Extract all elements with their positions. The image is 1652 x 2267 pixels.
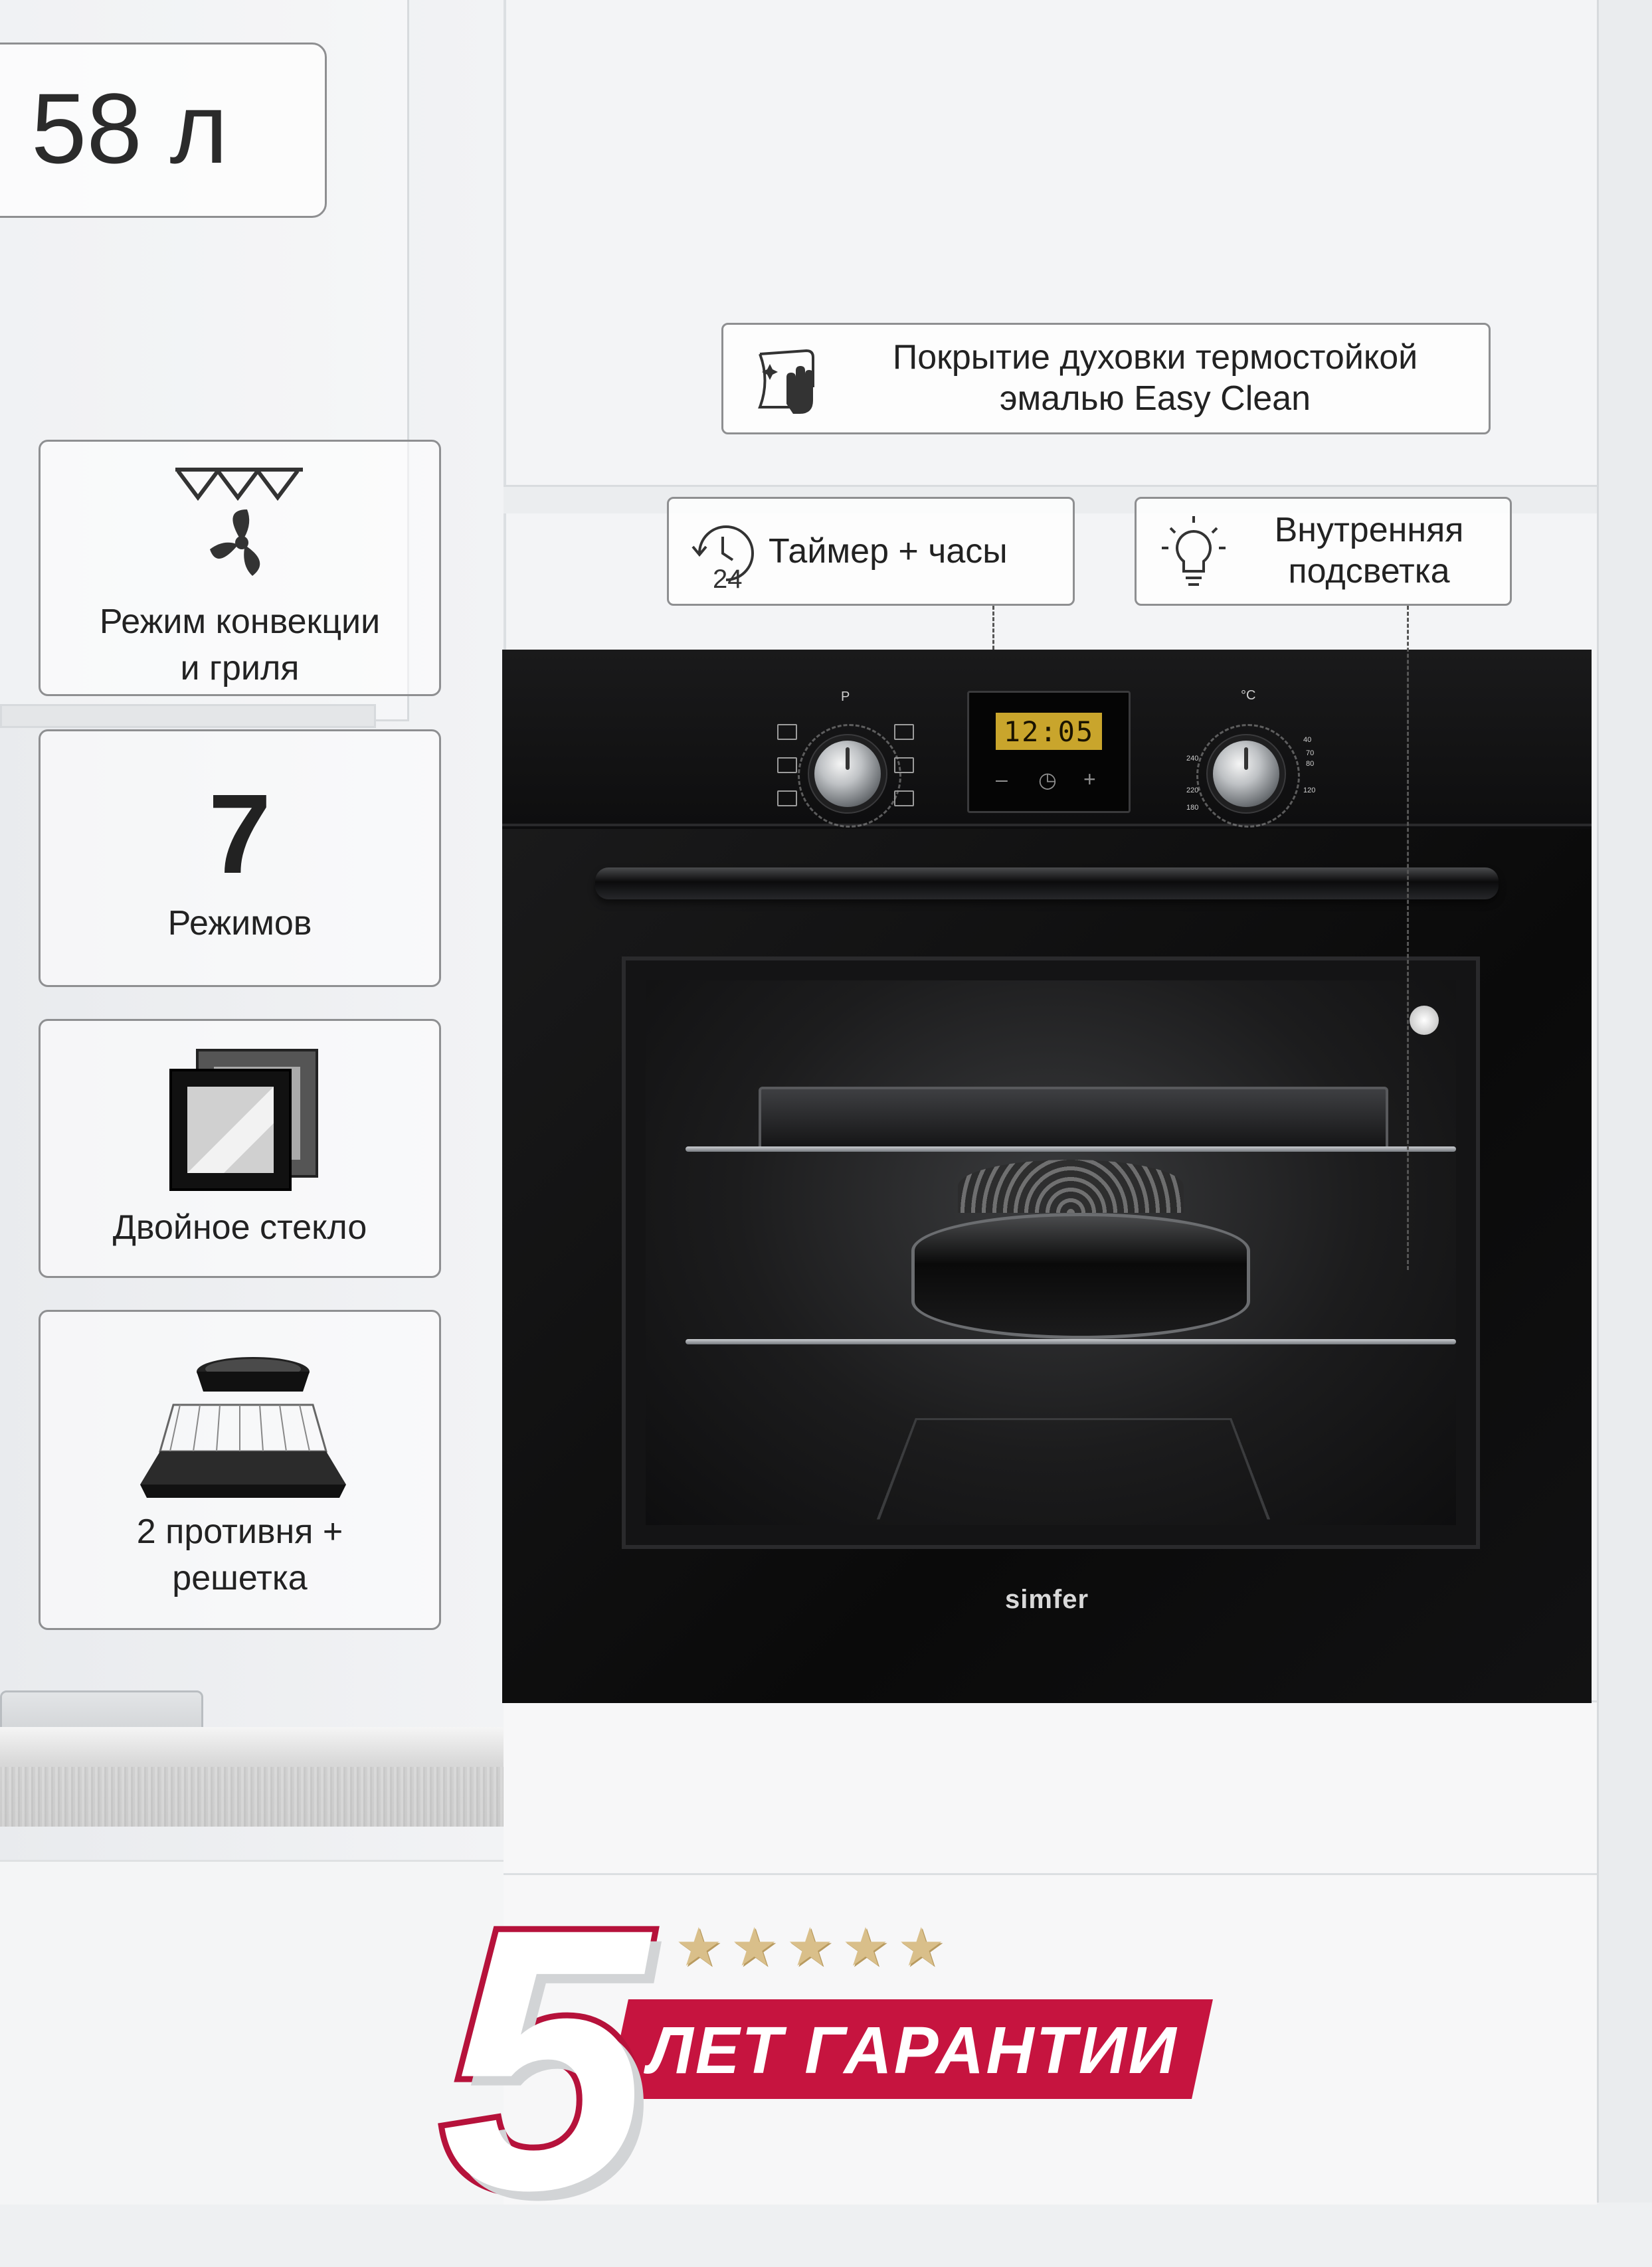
timer-display: 12:05 – ◷ + [967,691,1131,813]
cabinet-shelf [0,704,376,728]
mode-fan-grill-icon [894,757,914,773]
cavity-floor [876,1418,1271,1520]
countertop-edge [0,1767,505,1827]
mode-top-heat-icon [777,724,797,740]
convection-fan [958,1160,1184,1213]
display-time: 12:05 [996,713,1102,750]
right-cabinet [1597,0,1652,2203]
mode-knob[interactable] [814,741,881,807]
convection-label: Режим конвекции и гриля [99,602,381,687]
timer-callout-line [992,606,994,650]
temp-240: 240 [1186,755,1199,763]
brand-logo: simfer [1004,1585,1089,1614]
timer-text: Таймер + часы [769,532,1008,571]
lightbulb-icon [1162,516,1226,586]
temperature-label: °C [1241,688,1256,703]
baking-tray [759,1087,1388,1152]
temp-180: 180 [1186,804,1199,812]
door-handle[interactable] [595,867,1499,899]
upper-rack-rail [686,1146,1456,1152]
oven: P 12:05 – ◷ + °C 40 70 80 120 180 220 24… [502,650,1592,1703]
temp-220: 220 [1186,786,1199,794]
wire-rack [686,1339,1456,1344]
trays-rack-icon [140,1357,346,1498]
accessories-card: 2 противня + решетка [39,1310,441,1630]
temp-80: 80 [1306,760,1315,768]
control-panel: P 12:05 – ◷ + °C 40 70 80 120 180 220 24… [502,650,1592,828]
modes-card: 7 Режимов [39,729,441,987]
warranty-text: ЛЕТ ГАРАНТИИ [648,2013,1178,2088]
temperature-knob[interactable] [1213,741,1279,807]
modes-label: Режимов [167,904,312,943]
convection-card: Режим конвекции и гриля [39,440,441,696]
double-glass-icon [169,1049,318,1191]
mode-defrost-icon [894,790,914,806]
interior-lamp [1410,1006,1439,1035]
volume-badge: 58 л [0,43,327,218]
double-glass-label: Двойное стекло [112,1208,367,1247]
plus-button[interactable]: + [1083,767,1096,792]
temp-70: 70 [1306,749,1315,757]
light-callout-line [1407,606,1409,1270]
coating-text: Покрытие духовки термостойкой эмалью Eas… [892,338,1418,418]
mode-fan-icon [777,790,797,806]
lower-cabinet [0,1860,505,2205]
clock-button[interactable]: ◷ [1038,767,1057,792]
timer-callout: 24 Таймер + часы [667,497,1075,606]
round-pan [911,1213,1250,1339]
tower-seam [504,1873,1597,1875]
light-callout: Внутренняя подсветка [1135,497,1512,606]
warranty-stars-icon: ★★★★★ [675,1918,953,1977]
double-glass-card: Двойное стекло [39,1019,441,1278]
mode-bottom-heat-icon [894,724,914,740]
mode-grill-icon [777,757,797,773]
oven-cavity [646,980,1456,1525]
accessories-label: 2 противня + решетка [136,1512,343,1597]
modes-count: 7 [208,771,272,897]
coating-callout: Покрытие духовки термостойкой эмалью Eas… [721,323,1491,434]
svg-text:24: 24 [713,565,743,593]
light-text: Внутренняя подсветка [1274,511,1464,590]
program-label: P [841,689,850,704]
oven-window [622,956,1480,1549]
warranty-number: 5 [435,1851,654,2267]
convection-grill-icon [175,468,303,576]
minus-button[interactable]: – [996,767,1008,792]
temp-120: 120 [1303,786,1316,794]
timer-24-icon: 24 [691,525,754,593]
easy-clean-icon [758,349,814,414]
tower-lower-cabinet [504,1700,1597,2205]
volume-label: 58 л [31,72,229,184]
temp-40: 40 [1303,736,1312,744]
